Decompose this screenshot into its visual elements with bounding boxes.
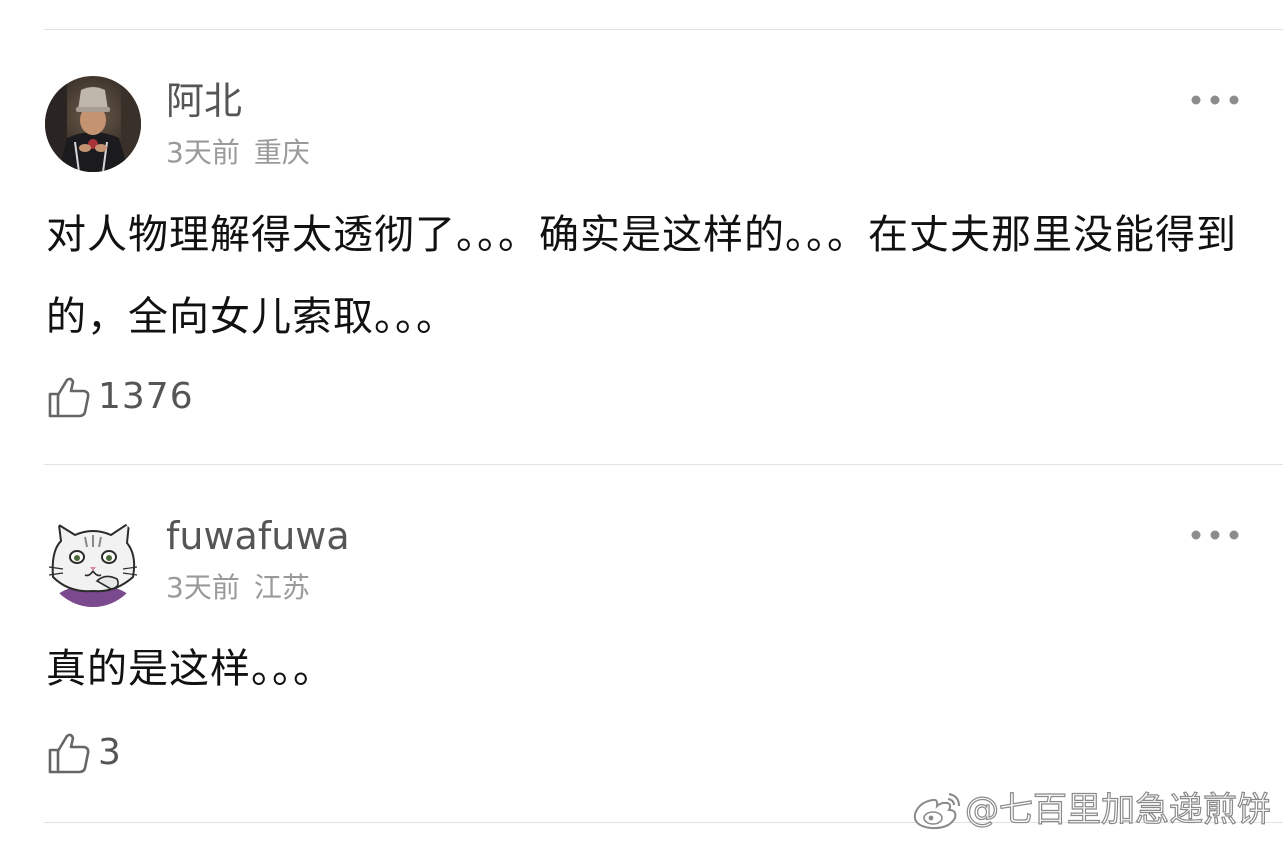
more-options-button[interactable] <box>1186 520 1244 550</box>
person-with-hat-avatar <box>45 76 141 172</box>
comment-meta: 3天前 江苏 <box>166 571 310 605</box>
thumbs-up-icon <box>48 733 90 774</box>
username[interactable]: fuwafuwa <box>166 513 350 559</box>
comment-time: 3天前 <box>166 571 240 604</box>
more-options-button[interactable] <box>1186 85 1244 115</box>
like-button[interactable]: 3 <box>46 728 122 778</box>
thumbs-up-icon <box>48 377 90 418</box>
user-avatar[interactable] <box>45 76 141 172</box>
comment-location: 重庆 <box>253 136 310 169</box>
user-avatar[interactable] <box>45 511 141 607</box>
comment-location: 江苏 <box>253 571 310 604</box>
comment-time: 3天前 <box>166 136 240 169</box>
watermark-text: @七百里加急递煎饼 <box>964 789 1271 830</box>
more-dots-icon <box>1191 530 1239 540</box>
comment-divider <box>44 464 1283 465</box>
username[interactable]: 阿北 <box>166 78 242 124</box>
top-divider <box>44 29 1283 30</box>
comment-text: 对人物理解得太透彻了。。。确实是这样的。。。在丈夫那里没能得到的，全向女儿索取。… <box>46 212 1237 340</box>
comment-text: 真的是这样。。。 <box>46 646 334 692</box>
cartoon-cat-avatar <box>45 511 141 607</box>
like-count: 1376 <box>98 376 194 417</box>
like-button[interactable]: 1376 <box>46 372 194 422</box>
watermark: @七百里加急递煎饼 <box>911 788 1272 832</box>
comment-meta: 3天前 重庆 <box>166 136 310 170</box>
like-count: 3 <box>98 732 122 773</box>
more-dots-icon <box>1191 95 1239 105</box>
weibo-logo-icon <box>913 793 960 830</box>
